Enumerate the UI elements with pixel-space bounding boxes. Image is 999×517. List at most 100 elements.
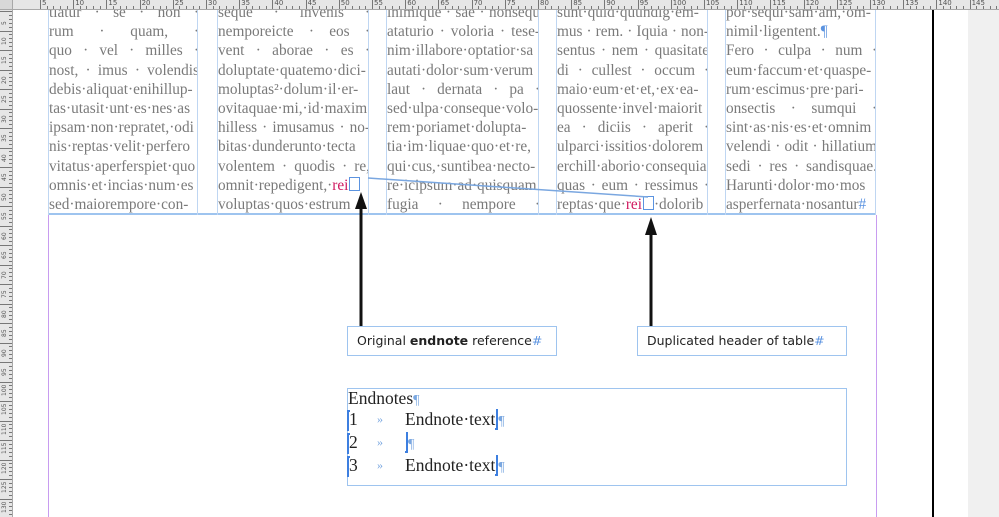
ruler-minor-tick [531,6,533,9]
ruler-minor-tick [9,490,12,492]
callout-duplicated-header[interactable]: Duplicated header of table# [637,326,847,356]
arrow-head-duplicated [645,217,657,235]
ruler-tick [903,0,905,9]
ruler-minor-tick [9,221,12,223]
column-text-line: omnit·repedigent,·rei [218,176,368,195]
ruler-minor-tick [9,170,12,172]
ruler-minor-tick [9,393,12,395]
ruler-minor-tick [9,194,12,196]
endnote-item[interactable]: 1 » Endnote·text ¶ [347,409,548,431]
ruler-minor-tick [126,6,128,9]
text-column-5[interactable]: por·sequi·sam·am,·om-nimil·ligentent.¶ Fe… [725,10,876,215]
ruler-minor-tick [265,6,267,9]
text-column-4[interactable]: sunt·quid·quundig·em-mus · rem. · Iquia … [556,10,708,215]
horizontal-ruler[interactable]: 5 10 15 20 25 30 35 40 45 50 55 60 65 70 75 80 85 90 95 100… [0,0,999,10]
ruler-minor-tick [976,6,978,9]
ruler-minor-tick [159,6,161,9]
callout-text: Duplicated header of table [647,333,815,348]
ruler-tick-label: 20 [1,75,8,84]
ruler-tick-label: 30 [1,114,8,123]
ruler-tick [405,0,407,9]
ruler-tick-label: 40 [1,153,8,162]
ruler-tick-label: 125 [1,481,8,493]
ruler-minor-tick [9,22,12,24]
left-margin-guide [48,215,49,517]
ruler-minor-tick [59,6,61,9]
ruler-minor-tick [179,6,181,9]
column-text-line: sedi · res · sandisquae. [726,157,876,175]
ruler-minor-tick [391,6,393,9]
ruler-minor-tick [9,53,12,55]
ruler-tick [338,0,340,9]
ruler-minor-tick [9,120,12,122]
ruler-minor-tick [717,6,719,9]
ruler-tick [239,0,241,9]
text-column-1[interactable]: tiatur · se · non · porpor-rum · quam, ·… [48,10,198,215]
ruler-minor-tick [9,237,12,239]
column-text-line: tia·im·liquae·quo·et·re, [387,138,531,156]
ruler-minor-tick [9,280,12,282]
column-text-line: nemporeicte · eos · etum [218,23,368,41]
ruler-minor-tick [9,311,12,313]
ruler-tick-label: 105 [1,403,8,415]
ruler-minor-tick [332,6,334,9]
text-column-2[interactable]: seque · invenis · soluptae nemporeicte · … [217,10,369,215]
endnote-item[interactable]: 2 » ¶ [347,432,548,454]
ruler-minor-tick [9,463,12,465]
column-text-line: sentus · nem · quasitate [557,42,708,60]
original-endnote-reference[interactable]: rei [332,177,348,194]
ruler-minor-tick [9,124,12,126]
ruler-minor-tick [9,139,12,141]
ruler-tick [0,147,12,149]
column-text-line: seque · invenis · soluptae [218,10,368,21]
ruler-minor-tick [9,116,12,118]
ruler-minor-tick [9,202,12,204]
ruler-tick [803,0,805,9]
ruler-minor-tick [9,272,12,274]
ruler-minor-tick [9,209,12,211]
column-text-line: quo · vel · milles · undus [49,42,197,60]
text-column-3[interactable]: inimique · sae · nonsequ ataturio · volor… [386,10,539,215]
ruler-minor-tick [358,6,360,9]
ruler-tick-label: 120 [1,462,8,474]
ruler-tick [0,303,12,305]
column-text-line: Fero · culpa · num · fugit [726,42,875,60]
ruler-minor-tick [9,174,12,176]
ruler-minor-tick [657,6,659,9]
column-text-line: re·icipsum·ad·quisquam [387,176,537,194]
ruler-minor-tick [9,73,12,75]
ruler-minor-tick [9,436,12,438]
endnote-number: 3 [349,455,358,475]
ruler-minor-tick [597,6,599,9]
ruler-minor-tick [9,155,12,157]
ruler-minor-tick [53,6,55,9]
ruler-minor-tick [9,151,12,153]
ruler-tick [172,0,174,9]
duplicated-endnote-reference[interactable]: rei [626,196,642,213]
column-text-line: nis·reptas·velit·perfero [49,138,191,156]
ruler-tick [604,0,606,9]
anchored-object-icon[interactable] [349,176,361,191]
vertical-ruler[interactable]: 5 10 15 20 25 30 35 40 45 50 55 60 65 70 75 80 85 90 95 100… [0,9,13,517]
callout-text-suffix: reference [468,333,532,348]
ruler-tick [571,0,573,9]
ruler-minor-tick [989,6,991,9]
ruler-minor-tick [292,6,294,9]
ruler-minor-tick [9,260,12,262]
column-text-line: sed·ulpa·conseque·volo- [387,99,539,117]
column-text-line: tiatur · se · non · porpor- [49,10,197,21]
anchored-object-icon[interactable] [642,195,654,210]
ruler-minor-tick [312,6,314,9]
ruler-minor-tick [9,190,12,192]
ruler-origin[interactable] [0,0,13,10]
ruler-minor-tick [9,451,12,453]
ruler-tick [73,0,75,9]
column-text-line: reptas·que·rei ·dolorib [557,195,704,213]
endnotes-text-frame[interactable]: Endnotes¶ 1 » Endnote·text ¶ 2 » ¶ 3 » En… [347,388,847,486]
ruler-minor-tick [9,34,12,36]
ruler-minor-tick [783,6,785,9]
end-of-story-marker: # [858,195,867,213]
callout-original-endnote-reference[interactable]: Original endnote reference# [347,326,557,356]
endnote-item[interactable]: 3 » Endnote·text ¶ [347,455,548,477]
ruler-minor-tick [929,6,931,9]
